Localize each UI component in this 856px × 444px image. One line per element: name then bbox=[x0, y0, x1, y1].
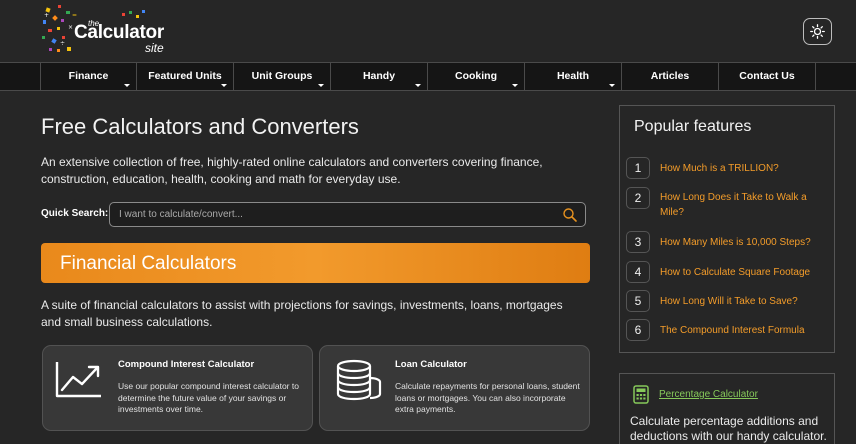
section-description: A suite of financial calculators to assi… bbox=[41, 298, 563, 329]
popular-item-number: 5 bbox=[626, 290, 650, 312]
popular-item-link[interactable]: The Compound Interest Formula bbox=[660, 323, 820, 338]
chart-trend-icon bbox=[55, 362, 101, 398]
popular-features-title: Popular features bbox=[634, 118, 752, 135]
popular-item-number: 6 bbox=[626, 319, 650, 341]
nav-label: Cooking bbox=[455, 70, 497, 82]
nav-item-featured-units[interactable]: Featured Units bbox=[137, 63, 234, 90]
card-description: Use our popular compound interest calcul… bbox=[118, 381, 299, 414]
site-header: + × ÷ = the Calculator site bbox=[0, 0, 856, 62]
nav-item-handy[interactable]: Handy bbox=[331, 63, 428, 90]
compound-interest-card[interactable]: Compound Interest Calculator Use our pop… bbox=[42, 345, 313, 431]
quick-search-input[interactable] bbox=[109, 202, 586, 227]
sun-icon bbox=[810, 24, 825, 39]
loan-calculator-card[interactable]: Loan Calculator Calculate repayments for… bbox=[319, 345, 590, 431]
nav-item-articles[interactable]: Articles bbox=[622, 63, 719, 90]
search-icon[interactable] bbox=[562, 207, 578, 223]
nav-label: Handy bbox=[362, 70, 396, 82]
svg-text:÷: ÷ bbox=[60, 40, 65, 47]
nav-label: Unit Groups bbox=[251, 70, 313, 82]
quick-search-label: Quick Search: bbox=[41, 208, 109, 219]
card-description: Calculate repayments for personal loans,… bbox=[395, 381, 580, 414]
nav-label: Finance bbox=[68, 70, 109, 82]
nav-item-finance[interactable]: Finance bbox=[40, 63, 137, 90]
logo-site-text: site bbox=[145, 41, 164, 55]
caret-down-icon bbox=[609, 84, 615, 87]
nav-label: Articles bbox=[650, 70, 690, 82]
nav-item-unit-groups[interactable]: Unit Groups bbox=[234, 63, 331, 90]
svg-text:×: × bbox=[68, 24, 73, 31]
popular-item-link[interactable]: How Long Does it Take to Walk a Mile? bbox=[660, 190, 820, 220]
popular-item-number: 1 bbox=[626, 157, 650, 179]
popular-item-link[interactable]: How to Calculate Square Footage bbox=[660, 265, 820, 280]
section-title: Financial Calculators bbox=[60, 253, 237, 274]
nav-item-cooking[interactable]: Cooking bbox=[428, 63, 525, 90]
nav-label: Health bbox=[556, 70, 590, 82]
popular-item-link[interactable]: How Much is a TRILLION? bbox=[660, 161, 820, 176]
financial-calculators-banner[interactable]: Financial Calculators bbox=[41, 243, 590, 283]
svg-text:+: + bbox=[44, 12, 49, 19]
main-nav: Finance Featured Units Unit Groups Handy… bbox=[0, 62, 856, 91]
popular-item-number: 3 bbox=[626, 231, 650, 253]
coins-icon bbox=[336, 359, 382, 401]
card-title: Loan Calculator bbox=[395, 359, 467, 370]
percentage-calculator-panel: Percentage Calculator Calculate percenta… bbox=[619, 373, 835, 444]
theme-toggle-button[interactable] bbox=[803, 18, 832, 45]
popular-item-link[interactable]: How Long Will it Take to Save? bbox=[660, 294, 820, 309]
caret-down-icon bbox=[221, 84, 227, 87]
percentage-calculator-description: Calculate percentage additions and deduc… bbox=[630, 414, 827, 443]
percentage-calculator-link[interactable]: Percentage Calculator bbox=[659, 389, 758, 400]
caret-down-icon bbox=[512, 84, 518, 87]
page-title: Free Calculators and Converters bbox=[41, 114, 359, 139]
nav-label: Contact Us bbox=[739, 70, 795, 82]
nav-item-health[interactable]: Health bbox=[525, 63, 622, 90]
svg-text:=: = bbox=[72, 12, 77, 19]
nav-item-contact-us[interactable]: Contact Us bbox=[719, 63, 816, 90]
caret-down-icon bbox=[415, 84, 421, 87]
popular-item-number: 2 bbox=[626, 187, 650, 209]
caret-down-icon bbox=[318, 84, 324, 87]
nav-label: Featured Units bbox=[148, 70, 222, 82]
card-title: Compound Interest Calculator bbox=[118, 359, 255, 370]
site-logo[interactable]: + × ÷ = the Calculator site bbox=[40, 3, 180, 57]
intro-text: An extensive collection of free, highly-… bbox=[41, 155, 543, 186]
popular-features-panel: Popular features 1 How Much is a TRILLIO… bbox=[619, 105, 835, 353]
popular-item-number: 4 bbox=[626, 261, 650, 283]
popular-item-link[interactable]: How Many Miles is 10,000 Steps? bbox=[660, 235, 820, 250]
calculator-icon bbox=[633, 385, 649, 404]
caret-down-icon bbox=[124, 84, 130, 87]
